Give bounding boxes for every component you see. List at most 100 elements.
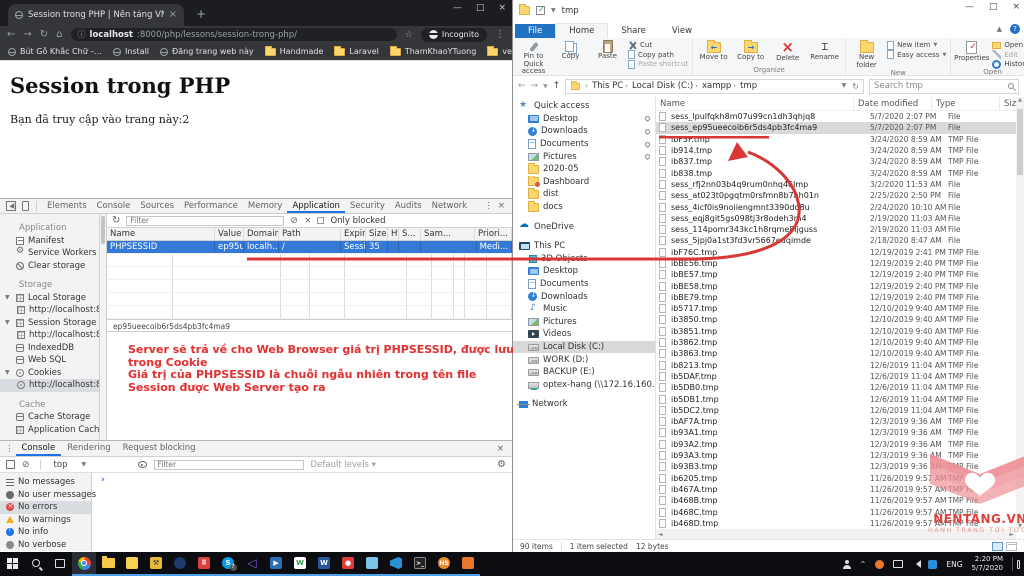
forward-icon[interactable]: → bbox=[23, 30, 31, 40]
explorer-close-button[interactable]: × bbox=[1012, 2, 1020, 12]
nav-item[interactable]: Downloads bbox=[513, 290, 655, 303]
quick-access-toolbar-icon[interactable] bbox=[536, 6, 545, 15]
help-icon[interactable]: ? bbox=[1010, 24, 1020, 34]
file-row[interactable]: ib5DB0.tmp 12/6/2019 11:04 AM TMP File bbox=[656, 382, 1016, 393]
application-sidebar-item[interactable]: Cache bbox=[0, 399, 99, 412]
volume-icon[interactable] bbox=[912, 560, 921, 568]
easy-access-button[interactable]: Easy access ▼ bbox=[887, 51, 946, 59]
tab-share[interactable]: Share bbox=[608, 24, 659, 38]
application-sidebar-item[interactable]: http://localhost:8000 bbox=[0, 304, 99, 317]
console-output[interactable]: › bbox=[92, 473, 512, 551]
bookmark-item[interactable]: Install bbox=[113, 47, 149, 56]
file-row[interactable]: sess_eqj8git5gs098tj3r8odeh3m4 2/19/2020… bbox=[656, 213, 1016, 224]
delete-button[interactable]: ×Delete bbox=[771, 39, 804, 63]
cookie-column-header[interactable]: Value bbox=[215, 228, 244, 240]
breadcrumb-item[interactable]: ›Local Disk (C:) bbox=[623, 81, 693, 91]
expander-icon[interactable]: ▼ bbox=[5, 319, 12, 326]
context-selector[interactable]: top▼ bbox=[51, 460, 131, 470]
column-size[interactable]: Siz bbox=[1000, 97, 1016, 110]
explorer-up-icon[interactable]: ↑ bbox=[553, 81, 561, 91]
horizontal-scrollbar[interactable]: ◄► bbox=[656, 529, 1016, 539]
notification-center-icon[interactable] bbox=[1012, 557, 1020, 571]
refresh-icon[interactable]: ↻ bbox=[112, 215, 120, 226]
copy-button[interactable]: Copy bbox=[554, 39, 587, 61]
application-sidebar-item[interactable]: ▼ Cookies bbox=[0, 367, 99, 380]
cookie-column-header[interactable]: Name bbox=[107, 228, 215, 240]
thumbnails-view-icon[interactable] bbox=[1006, 542, 1017, 551]
nav-item[interactable]: 2020-05 bbox=[513, 163, 655, 176]
console-filter-item[interactable]: No info bbox=[0, 526, 91, 539]
copy-to-button[interactable]: →Copy to bbox=[734, 39, 767, 62]
cookie-column-header[interactable]: Http... bbox=[388, 228, 399, 240]
start-button[interactable] bbox=[0, 552, 24, 576]
edit-button[interactable]: Edit bbox=[992, 51, 1024, 59]
nav-item[interactable]: Documents bbox=[513, 138, 655, 151]
file-row[interactable]: ib468B.tmp 11/26/2019 9:57 AM TMP File bbox=[656, 495, 1016, 506]
nav-item[interactable]: Documents bbox=[513, 278, 655, 291]
file-row[interactable]: ibBE79.tmp 12/19/2019 2:40 PM TMP File bbox=[656, 292, 1016, 303]
browser-menu-icon[interactable]: ⋮ bbox=[495, 30, 505, 40]
application-sidebar-item[interactable]: ▼ Local Storage bbox=[0, 292, 99, 305]
file-row[interactable]: ib5DC2.tmp 12/6/2019 11:04 AM TMP File bbox=[656, 405, 1016, 416]
site-info-icon[interactable]: ⓘ bbox=[78, 29, 86, 40]
address-bar[interactable]: ⓘ localhost:8000/php/lessons/session-tro… bbox=[71, 28, 397, 41]
cookie-filter-input[interactable] bbox=[126, 216, 284, 226]
console-filter-item[interactable]: No user messages bbox=[0, 489, 91, 502]
devtools-tab[interactable]: Performance bbox=[179, 199, 243, 213]
file-row[interactable]: ib3850.tmp 12/10/2019 9:40 AM TMP File bbox=[656, 314, 1016, 325]
reload-icon[interactable]: ↻ bbox=[40, 30, 48, 40]
file-row[interactable]: sess_ep95ueecoib6r5ds4pb3fc4ma9 5/7/2020… bbox=[656, 122, 1016, 133]
devtools-close-icon[interactable]: × bbox=[498, 201, 505, 211]
devtools-tab[interactable]: Audits bbox=[390, 199, 427, 213]
clock[interactable]: 2:20 PM 5/7/2020 bbox=[972, 555, 1003, 573]
breadcrumb-item[interactable]: ›xampp bbox=[693, 81, 731, 91]
devtools-tab[interactable]: Sources bbox=[135, 199, 179, 213]
file-row[interactable]: ib3851.tmp 12/10/2019 9:40 AM TMP File bbox=[656, 326, 1016, 337]
paste-shortcut-button[interactable]: Paste shortcut bbox=[628, 60, 688, 68]
ribbon-collapse-icon[interactable]: ▲ bbox=[997, 25, 1002, 33]
taskbar-search-icon[interactable] bbox=[24, 552, 48, 576]
nav-item[interactable]: OneDrive bbox=[513, 220, 655, 233]
cookie-column-header[interactable]: Path bbox=[279, 228, 341, 240]
explorer-minimize-button[interactable]: — bbox=[965, 2, 974, 12]
expander-icon[interactable]: ▼ bbox=[5, 294, 12, 301]
column-date-modified[interactable]: Date modified▼ bbox=[854, 97, 932, 110]
file-row[interactable]: ibBE58.tmp 12/19/2019 2:40 PM TMP File bbox=[656, 280, 1016, 291]
devtools-tab[interactable]: Memory bbox=[243, 199, 288, 213]
file-row[interactable]: ibBE57.tmp 12/19/2019 2:40 PM TMP File bbox=[656, 269, 1016, 280]
clear-cookies-icon[interactable]: × bbox=[304, 216, 312, 226]
new-item-button[interactable]: New item ▼ bbox=[887, 41, 946, 49]
bookmark-item[interactable]: Handmade bbox=[265, 47, 324, 56]
tab-home[interactable]: Home bbox=[555, 23, 608, 38]
taskbar-explorer-icon[interactable] bbox=[96, 552, 120, 576]
details-view-icon[interactable] bbox=[992, 542, 1003, 551]
taskbar-sticky-notes-icon[interactable] bbox=[120, 552, 144, 576]
bookmark-item[interactable]: Bút Gỗ Khắc Chữ –... bbox=[8, 47, 102, 56]
taskbar-vscode-icon[interactable] bbox=[384, 552, 408, 576]
move-to-button[interactable]: ←Move to bbox=[697, 39, 730, 62]
new-folder-button[interactable]: New folder bbox=[850, 39, 883, 69]
file-row[interactable]: ib5DAF.tmp 12/6/2019 11:04 AM TMP File bbox=[656, 371, 1016, 382]
open-button[interactable]: Open ▼ bbox=[992, 41, 1024, 49]
file-row[interactable]: ib5717.tmp 12/10/2019 9:40 AM TMP File bbox=[656, 303, 1016, 314]
taskbar-chrome-icon[interactable] bbox=[72, 552, 96, 576]
qat-dropdown-icon[interactable]: ▼ bbox=[551, 7, 556, 14]
file-row[interactable]: ibAF7A.tmp 12/3/2019 9:36 AM TMP File bbox=[656, 416, 1016, 427]
inspect-element-icon[interactable] bbox=[6, 201, 16, 211]
file-row[interactable]: ib3863.tmp 12/10/2019 9:40 AM TMP File bbox=[656, 348, 1016, 359]
console-filter-item[interactable]: No messages bbox=[0, 476, 91, 489]
nav-item[interactable]: Local Disk (C:) bbox=[513, 341, 655, 354]
copy-path-button[interactable]: Copy path bbox=[628, 51, 688, 59]
drawer-menu-icon[interactable]: ⋮ bbox=[5, 444, 14, 454]
cookie-column-header[interactable]: Sam... bbox=[421, 228, 475, 240]
nav-item[interactable]: Pictures bbox=[513, 316, 655, 329]
taskbar-hs-icon[interactable]: HS bbox=[432, 552, 456, 576]
properties-button[interactable]: Properties bbox=[955, 39, 988, 63]
chrome-close-button[interactable]: × bbox=[498, 3, 506, 13]
drawer-tab[interactable]: Console bbox=[16, 441, 62, 456]
bookmark-item[interactable]: vendor bbox=[487, 47, 512, 56]
nav-item[interactable]: Downloads bbox=[513, 125, 655, 138]
recent-locations-icon[interactable]: ▼ bbox=[543, 83, 548, 90]
taskbar-app-yellow-icon[interactable]: ⚒ bbox=[144, 552, 168, 576]
drawer-tab[interactable]: Rendering bbox=[61, 441, 116, 456]
